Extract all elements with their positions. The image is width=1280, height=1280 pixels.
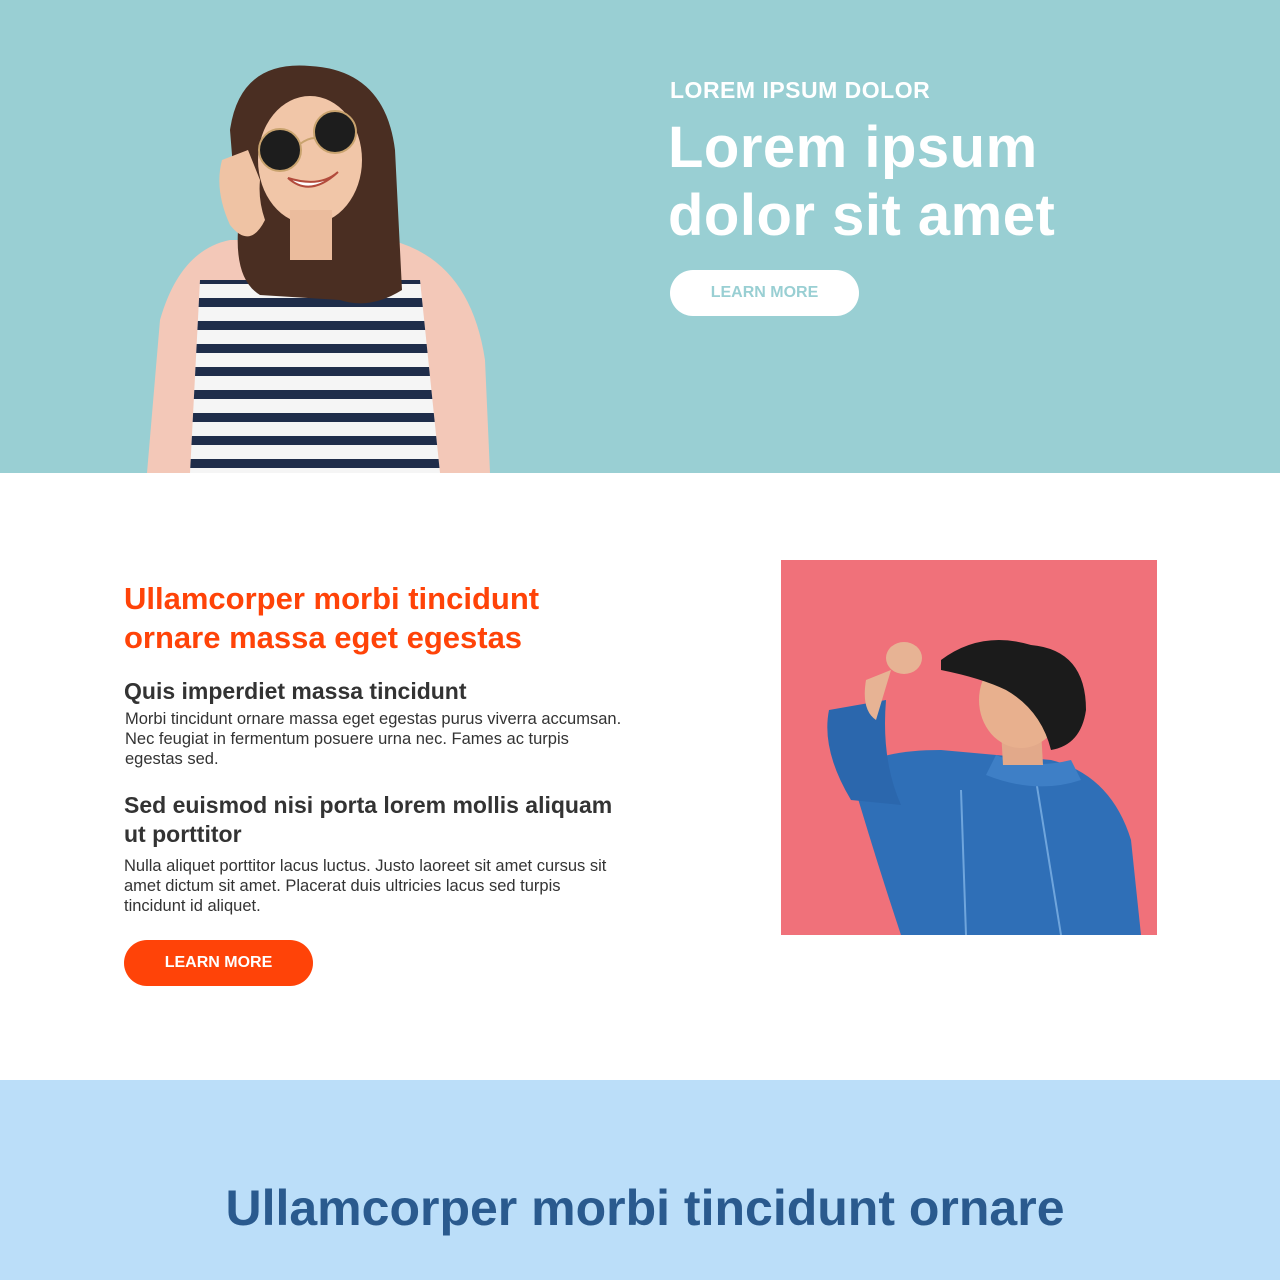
feature-paragraph-2: Nulla aliquet porttitor lacus luctus. Ju… — [124, 857, 607, 915]
feature-subheading-1: Quis imperdiet massa tincidunt — [124, 678, 467, 704]
hero-section: LOREM IPSUM DOLOR Lorem ipsum dolor sit … — [0, 0, 1280, 473]
feature-photo — [781, 560, 1157, 935]
hero-eyebrow: LOREM IPSUM DOLOR — [670, 77, 931, 103]
feature-paragraph-1: Morbi tincidunt ornare massa eget egesta… — [125, 710, 622, 768]
bottom-section: Ullamcorper morbi tincidunt ornare — [0, 1080, 1280, 1280]
feature-subheading-2: Sed euismod nisi porta lorem mollis aliq… — [124, 792, 613, 847]
hero-photo — [147, 65, 490, 473]
hero-learn-more-button[interactable]: LEARN MORE — [670, 270, 859, 316]
denim-jacket-person-illustration — [827, 640, 1141, 935]
feature-learn-more-button[interactable]: LEARN MORE — [124, 940, 313, 986]
bottom-heading: Ullamcorper morbi tincidunt ornare — [225, 1180, 1065, 1236]
feature-heading: Ullamcorper morbi tincidunt ornare massa… — [124, 581, 540, 655]
hero-title: Lorem ipsum dolor sit amet — [668, 115, 1056, 248]
